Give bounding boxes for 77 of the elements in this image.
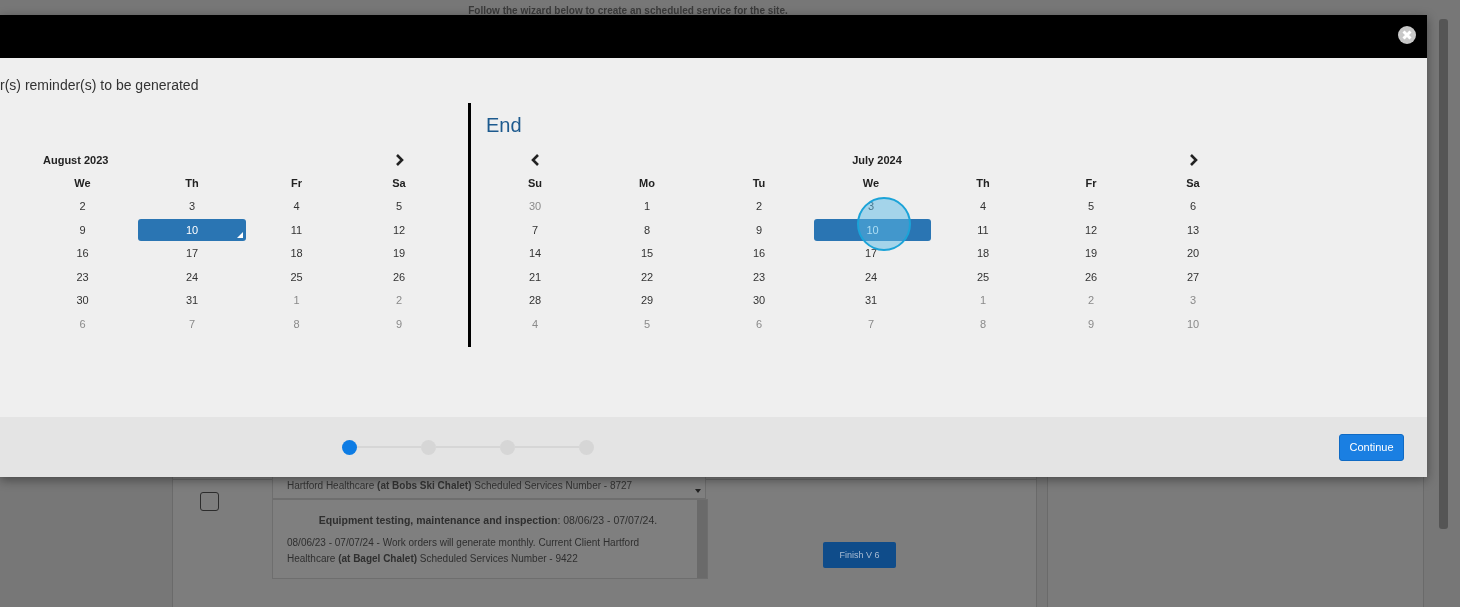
calendar-day[interactable]: 9 (749, 218, 769, 241)
calendar-day[interactable]: 16 (70, 242, 95, 265)
weekday-label: Mo (639, 176, 655, 189)
calendar-day[interactable]: 2 (73, 195, 92, 218)
weekday-label: Tu (752, 176, 766, 189)
weekday-label: Sa (392, 176, 406, 189)
calendar-day[interactable]: 24 (179, 265, 205, 288)
calendar-day[interactable]: 17 (179, 242, 205, 265)
month-title: August 2023 (42, 153, 109, 166)
calendar-day[interactable]: 1 (637, 195, 657, 218)
weekday-label: We (862, 176, 880, 189)
scroll-down-icon[interactable] (695, 489, 701, 493)
calendar-day[interactable]: 31 (858, 289, 884, 312)
weekday-label: Sa (1186, 176, 1200, 189)
calendar-day[interactable]: 23 (746, 265, 772, 288)
calendar-day[interactable]: 9 (73, 218, 92, 241)
close-icon[interactable] (1398, 26, 1416, 44)
calendar-day[interactable]: 4 (973, 195, 993, 218)
calendar-day[interactable]: 20 (1180, 242, 1206, 265)
weekday-label: Th (185, 176, 199, 189)
service-summary: Hartford Healthcare (at Bobs Ski Chalet) Scheduled Services Number - 8727 (287, 480, 633, 493)
continue-button[interactable]: Continue (1339, 433, 1404, 461)
page-subtitle: Follow the wizard below to create an scheduled service for the site. (467, 4, 789, 18)
calendar-day[interactable]: 12 (386, 218, 412, 241)
service-description: 08/06/23 - 07/07/24 - Work orders will generate monthly. Current Client Hartford Healthcare (at Bagel Chalet) Scheduled Services Number - 9422 (287, 536, 641, 566)
calendar-day[interactable]: 16 (746, 242, 772, 265)
next-month-icon[interactable] (394, 153, 404, 166)
calendar-day[interactable]: 11 (971, 218, 995, 241)
calendar-day[interactable]: 28 (522, 289, 548, 312)
calendar-day[interactable]: 31 (179, 289, 205, 312)
weekday-label: Th (976, 176, 990, 189)
calendar-day[interactable]: 22 (634, 265, 660, 288)
calendar-day[interactable]: 5 (389, 195, 409, 218)
service-checkbox[interactable] (200, 492, 219, 511)
calendar-day[interactable]: 25 (970, 265, 996, 288)
calendar-day[interactable]: 23 (70, 265, 95, 288)
next-month-icon[interactable] (1188, 153, 1198, 166)
month-title: July 2024 (851, 153, 902, 166)
calendar-day[interactable]: 8 (637, 218, 657, 241)
previous-month-icon[interactable] (530, 153, 540, 166)
calendar-day[interactable]: 19 (386, 242, 412, 265)
calendar-day[interactable]: 14 (522, 242, 548, 265)
calendar-day[interactable]: 2 (749, 195, 769, 218)
finish-button[interactable]: Finish V 6 (823, 542, 896, 568)
calendar-day[interactable]: 7 (525, 218, 545, 241)
reminder-text: r(s) reminder(s) to be generated (0, 76, 200, 95)
calendar-day[interactable]: 26 (1078, 265, 1104, 288)
calendar-day[interactable]: 17 (858, 242, 884, 265)
calendar-day[interactable]: 19 (1078, 242, 1104, 265)
calendar-day[interactable]: 18 (970, 242, 996, 265)
calendar-day[interactable]: 6 (1183, 195, 1203, 218)
end-heading: End (485, 113, 523, 138)
calendar-day[interactable]: 15 (634, 242, 660, 265)
calendar-day[interactable]: 21 (522, 265, 548, 288)
service-title: Equipment testing, maintenance and inspection: 08/06/23 - 07/07/24. (317, 514, 659, 526)
page-scrollbar[interactable] (1439, 19, 1448, 529)
calendar-day[interactable]: 10 (138, 218, 246, 241)
calendar-day[interactable]: 3 (182, 195, 202, 218)
calendar-day[interactable]: 24 (858, 265, 884, 288)
calendar-day[interactable]: 11 (284, 218, 309, 241)
calendar-day[interactable]: 18 (284, 242, 309, 265)
calendar-day[interactable]: 4 (287, 195, 306, 218)
weekday-label: We (74, 176, 91, 189)
calendar-day[interactable]: 30 (70, 289, 95, 312)
calendar-day[interactable]: 5 (1081, 195, 1101, 218)
step-indicator[interactable] (342, 439, 357, 455)
calendar-day[interactable]: 29 (634, 289, 660, 312)
calendar-day[interactable]: 30 (746, 289, 772, 312)
weekday-label: Su (527, 176, 543, 189)
weekday-label: Fr (1085, 176, 1097, 189)
calendar-day[interactable]: 13 (1180, 218, 1206, 241)
calendar-day[interactable]: 12 (1078, 218, 1104, 241)
weekday-label: Fr (291, 176, 302, 189)
calendar-day[interactable]: 26 (386, 265, 412, 288)
calendar-day[interactable]: 27 (1180, 265, 1206, 288)
click-indicator (857, 197, 911, 251)
calendar-day[interactable]: 25 (284, 265, 309, 288)
